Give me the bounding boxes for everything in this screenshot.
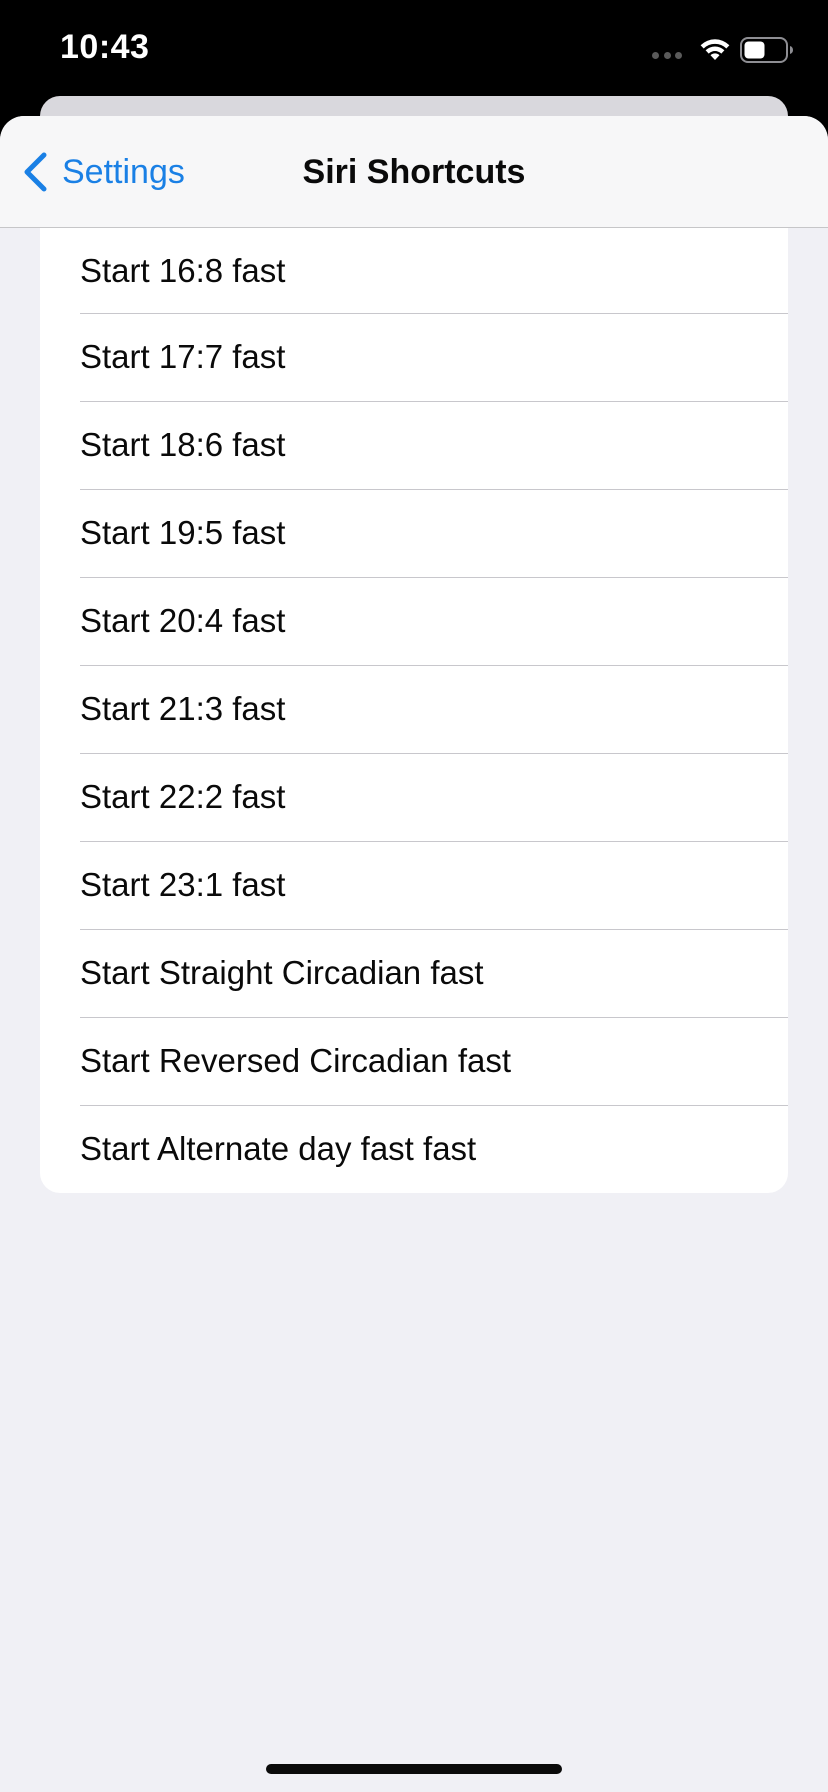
back-button-label: Settings	[62, 152, 185, 191]
shortcut-label: Start Reversed Circadian fast	[80, 1042, 512, 1079]
battery-icon	[740, 37, 793, 63]
shortcut-label: Start 19:5 fast	[80, 514, 286, 551]
siri-shortcuts-sheet: Settings Siri Shortcuts Start 16:8 fast …	[0, 116, 828, 1792]
back-button[interactable]: Settings	[22, 146, 185, 198]
shortcut-row-20-4[interactable]: Start 20:4 fast	[40, 577, 788, 665]
shortcut-label: Start Straight Circadian fast	[80, 954, 484, 991]
shortcut-label: Start 16:8 fast	[80, 251, 286, 289]
shortcut-label: Start 22:2 fast	[80, 778, 286, 815]
status-time: 10:43	[60, 28, 150, 66]
shortcut-row-21-3[interactable]: Start 21:3 fast	[40, 665, 788, 753]
wifi-icon	[700, 39, 730, 60]
shortcut-row-22-2[interactable]: Start 22:2 fast	[40, 753, 788, 841]
home-indicator[interactable]	[266, 1764, 562, 1774]
shortcut-row-19-5[interactable]: Start 19:5 fast	[40, 489, 788, 577]
shortcut-label: Start 20:4 fast	[80, 602, 286, 639]
shortcut-row-reversed-circadian[interactable]: Start Reversed Circadian fast	[40, 1017, 788, 1105]
shortcut-row-alternate-day[interactable]: Start Alternate day fast fast	[40, 1105, 788, 1193]
navigation-bar: Settings Siri Shortcuts	[0, 116, 828, 228]
shortcut-row-16-8[interactable]: Start 16:8 fast	[40, 228, 788, 313]
shortcut-label: Start Alternate day fast fast	[80, 1130, 477, 1167]
shortcut-label: Start 18:6 fast	[80, 426, 286, 463]
shortcut-row-23-1[interactable]: Start 23:1 fast	[40, 841, 788, 929]
shortcuts-list: Start 16:8 fast Start 17:7 fast Start 18…	[40, 228, 788, 1193]
status-bar: 10:43	[0, 0, 828, 100]
shortcut-label: Start 17:7 fast	[80, 338, 286, 375]
shortcut-label: Start 23:1 fast	[80, 866, 286, 903]
signal-dots-icon	[652, 52, 682, 60]
chevron-left-icon	[24, 152, 47, 192]
shortcut-row-straight-circadian[interactable]: Start Straight Circadian fast	[40, 929, 788, 1017]
shortcut-row-17-7[interactable]: Start 17:7 fast	[40, 313, 788, 401]
shortcut-label: Start 21:3 fast	[80, 690, 286, 727]
shortcut-row-18-6[interactable]: Start 18:6 fast	[40, 401, 788, 489]
